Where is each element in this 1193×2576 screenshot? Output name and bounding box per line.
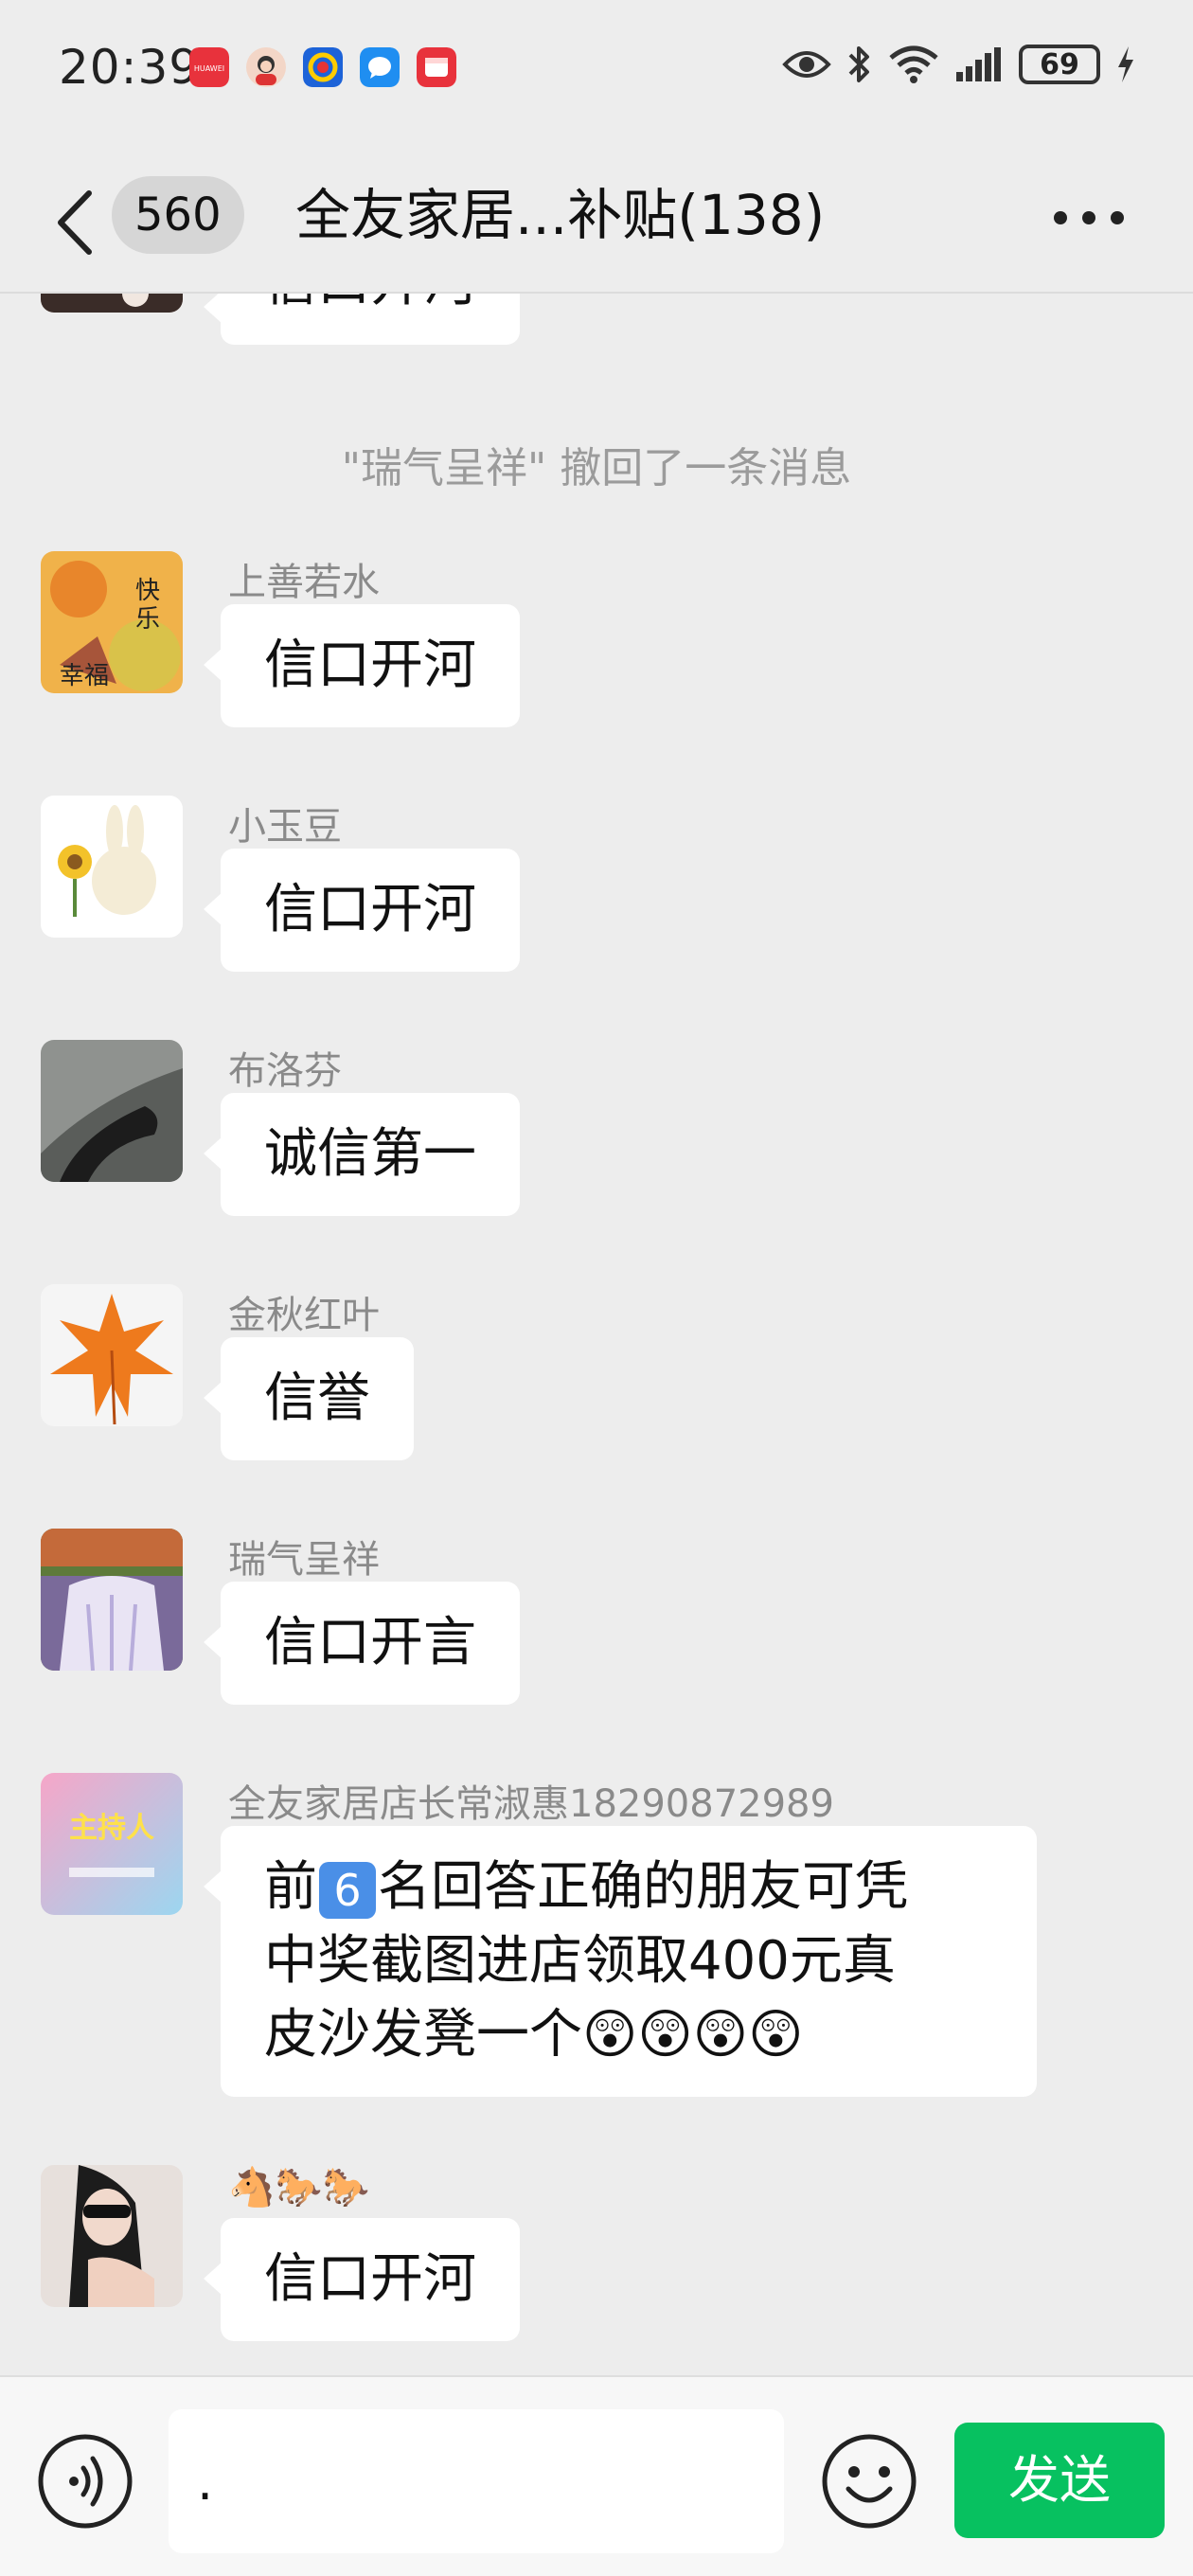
bluetooth-icon (848, 46, 869, 82)
message-line: 中奖截图进店领取400元真 (264, 1930, 896, 1992)
avatar[interactable] (41, 1040, 183, 1182)
sender-name: 小玉豆 (228, 805, 342, 849)
wifi-icon (889, 45, 938, 83)
input-bar: 发送 (0, 2375, 1193, 2576)
chat-header: 560 全友家居...补贴(138) (0, 133, 1193, 294)
more-options-icon[interactable] (1051, 199, 1127, 237)
message-bubble[interactable]: 前 6 名回答正确的朋友可凭 中奖截图进店领取400元真 皮沙发凳一个😲😲😲😲 (204, 1826, 1037, 2097)
message-list[interactable]: 信口开河 "瑞气呈祥" 撤回了一条消息 快乐幸福 上善若水 信口开河 小玉豆 信… (0, 294, 1193, 2377)
status-time: 20:39 (59, 40, 201, 95)
message-text: 信口开河 (264, 294, 476, 313)
sender-name: 金秋红叶 (228, 1294, 380, 1337)
message-text: 前 (264, 1856, 317, 1918)
svg-text:乐: 乐 (135, 605, 160, 634)
charging-icon (1118, 46, 1133, 82)
svg-text:快: 快 (135, 577, 160, 605)
sender-name: 上善若水 (228, 561, 380, 604)
message-bubble[interactable]: 信口开河 (204, 604, 520, 727)
message-text: 信口开河 (264, 879, 476, 940)
surprised-face-emoji: 😲😲😲😲 (582, 2004, 804, 2066)
message-text: 诚信第一 (264, 1123, 476, 1185)
avatar[interactable] (41, 294, 183, 313)
sender-name: 🐴🐎🐎 (228, 2166, 370, 2209)
eye-icon (782, 51, 831, 78)
signal-icon (956, 47, 1001, 81)
message-app-icon (360, 47, 400, 87)
avatar[interactable] (41, 1529, 183, 1671)
colorful-app-icon (303, 47, 343, 87)
message-line: 前 6 名回答正确的朋友可凭 (264, 1851, 993, 1924)
status-bar: 20:39 HUAWEI 69 (0, 0, 1193, 133)
message-text: 信口开言 (264, 1612, 476, 1673)
number-six-emoji: 6 (319, 1861, 376, 1919)
message-bubble[interactable]: 信口开河 (204, 294, 520, 345)
message-bubble[interactable]: 诚信第一 (204, 1093, 520, 1216)
unread-count-badge[interactable]: 560 (112, 176, 244, 254)
recall-notice: "瑞气呈祥" 撤回了一条消息 (341, 444, 852, 492)
svg-text:主持人: 主持人 (69, 1812, 154, 1845)
huawei-appgallery-icon: HUAWEI (189, 47, 229, 87)
battery-indicator: 69 (1019, 45, 1100, 84)
avatar[interactable] (41, 796, 183, 938)
avatar[interactable] (41, 1284, 183, 1426)
avatar[interactable] (41, 2165, 183, 2307)
chat-title: 全友家居...补贴(138) (295, 183, 826, 247)
message-input[interactable] (169, 2409, 784, 2553)
sender-name: 布洛芬 (228, 1049, 342, 1093)
red-app-icon (417, 47, 456, 87)
message-bubble[interactable]: 信口开河 (204, 849, 520, 972)
message-text: 信誉 (264, 1368, 370, 1429)
message-line: 皮沙发凳一个😲😲😲😲 (264, 1998, 993, 2072)
status-app-icons: HUAWEI (189, 47, 456, 87)
voice-input-icon[interactable] (36, 2432, 134, 2531)
message-text: 信口开河 (264, 2248, 476, 2310)
avatar[interactable]: 快乐幸福 (41, 551, 183, 693)
sender-name: 瑞气呈祥 (228, 1538, 380, 1582)
avatar-app-icon (246, 47, 286, 87)
message-text: 信口开河 (264, 635, 476, 696)
message-text: 名回答正确的朋友可凭 (378, 1856, 908, 1918)
message-text: 皮沙发凳一个 (264, 2004, 582, 2066)
avatar[interactable]: 主持人 (41, 1773, 183, 1915)
svg-text:幸福: 幸福 (60, 662, 109, 690)
message-bubble[interactable]: 信口开河 (204, 2218, 520, 2341)
sender-name: 全友家居店长常淑惠18290872989 (228, 1782, 834, 1826)
message-bubble[interactable]: 信誉 (204, 1337, 414, 1460)
svg-text:HUAWEI: HUAWEI (194, 64, 224, 73)
message-bubble[interactable]: 信口开言 (204, 1582, 520, 1705)
back-arrow-icon[interactable] (47, 180, 104, 265)
status-indicators: 69 (782, 44, 1136, 85)
send-button[interactable]: 发送 (954, 2423, 1165, 2538)
emoji-picker-icon[interactable] (820, 2432, 918, 2531)
